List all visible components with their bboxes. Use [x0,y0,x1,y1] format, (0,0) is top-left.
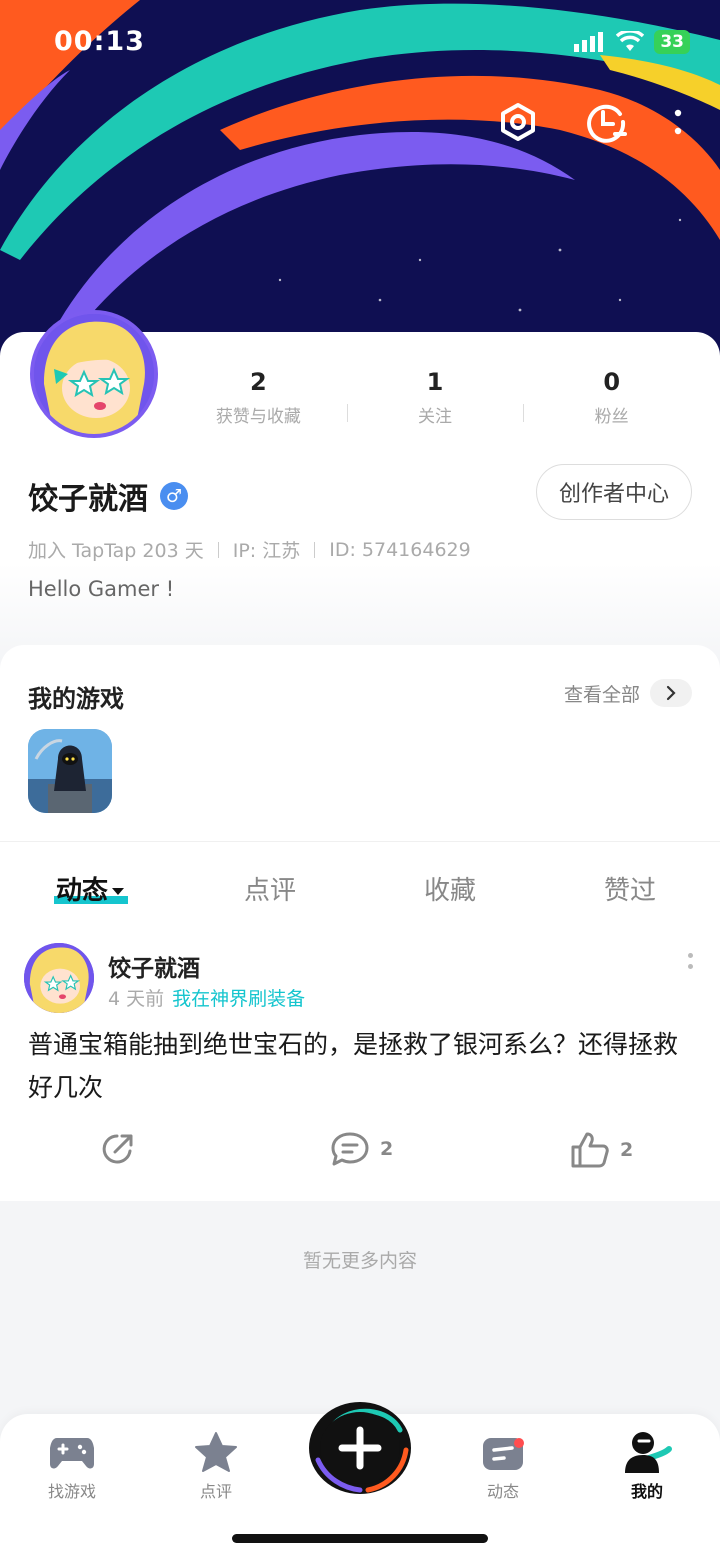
stat-likes-label: 获赞与收藏 [215,407,301,427]
nav-find-games-label: 找游戏 [47,1482,96,1501]
my-games-title: 我的游戏 [28,685,124,713]
profile-tabs: 动态 点评 收藏 赞过 [0,841,720,925]
comment-count: 2 [380,1138,394,1160]
caret-down-icon [112,888,124,895]
nav-feed-label: 动态 [486,1482,519,1501]
my-games-section: 我的游戏 查看全部 [0,645,720,841]
nav-find-games[interactable]: 找游戏 [27,1428,117,1502]
history-icon[interactable] [584,100,628,144]
post-actions: 2 2 [0,1131,720,1175]
stat-likes[interactable]: 2 获赞与收藏 [170,368,347,427]
no-more-content: 暂无更多内容 [302,1250,417,1272]
tab-liked-label: 赞过 [603,876,656,906]
wifi-icon [616,31,645,51]
feed-post[interactable]: 饺子就酒 4 天前 我在神界刷装备 普通宝箱能抽到绝世宝石的，是拯救了银河系么？还… [0,925,720,1201]
stat-followers-value: 0 [603,368,621,396]
home-indicator [232,1534,488,1543]
comment-button[interactable]: 2 [330,1131,393,1167]
profile-banner: 00:13 33 [0,0,720,360]
share-icon [102,1134,133,1164]
like-count: 2 [620,1139,634,1161]
gamepad-icon [50,1438,94,1469]
chevron-right-icon [650,679,692,707]
male-gender-icon: ♂ [160,482,188,510]
post-meta: 4 天前 我在神界刷装备 [108,984,305,1011]
nav-me[interactable]: 我的 [602,1428,692,1502]
view-all-label: 查看全部 [563,683,640,706]
post-author-name[interactable]: 饺子就酒 [108,949,200,983]
profile-name: 饺子就酒 [28,482,148,517]
create-post-button[interactable] [308,1400,412,1496]
tab-favorites-label: 收藏 [423,876,476,906]
star-icon [195,1432,237,1472]
user-id: ID: 574164629 [329,538,471,561]
nav-feed[interactable]: 动态 [458,1428,548,1502]
battery-indicator: 33 [654,30,690,54]
notification-dot [514,1438,524,1448]
status-icons: 33 [574,30,690,54]
tab-reviews-label: 点评 [243,876,296,906]
tab-reviews[interactable]: 点评 [180,842,360,925]
nav-reviews-label: 点评 [199,1482,232,1501]
game-icon[interactable] [28,729,112,813]
thumbs-up-icon [571,1132,609,1168]
profile-meta: 加入 TapTap 203 天 IP: 江苏 ID: 574164629 [28,536,471,563]
profile-stats: 2 获赞与收藏 1 关注 0 粉丝 [170,368,700,427]
comment-icon [331,1132,369,1166]
ip-location: IP: 江苏 [232,540,301,562]
view-all-games[interactable]: 查看全部 [564,679,692,707]
like-button[interactable]: 2 [570,1131,633,1169]
plus-icon [309,1402,411,1494]
profile-icon [625,1432,672,1473]
post-more-icon[interactable] [688,953,694,975]
tab-feed-label: 动态 [55,876,108,906]
post-content: 普通宝箱能抽到绝世宝石的，是拯救了银河系么？还得拯救好几次 [28,1030,679,1102]
post-author-avatar[interactable] [24,943,94,1013]
signal-icon [574,32,604,52]
post-game-tag[interactable]: 我在神界刷装备 [172,988,305,1010]
profile-name-row: 饺子就酒 ♂ [28,474,188,518]
stat-following[interactable]: 1 关注 [346,368,524,427]
settings-hex-icon[interactable] [496,100,540,144]
nav-reviews[interactable]: 点评 [171,1428,261,1502]
profile-bio: Hello Gamer ! [28,577,175,601]
more-vertical-icon[interactable] [672,100,684,144]
share-button[interactable] [100,1131,136,1167]
nav-me-label: 我的 [630,1482,663,1501]
tab-liked[interactable]: 赞过 [540,842,720,925]
status-time: 00:13 [54,26,145,57]
stat-followers-label: 粉丝 [594,407,629,427]
stat-likes-value: 2 [249,368,267,396]
post-time: 4 天前 [108,988,165,1010]
avatar[interactable] [30,310,158,438]
stat-following-value: 1 [426,368,444,396]
stat-followers[interactable]: 0 粉丝 [523,368,700,427]
creator-center-button[interactable]: 创作者中心 [536,464,692,520]
joined-days: 加入 TapTap 203 天 [28,540,204,562]
tab-favorites[interactable]: 收藏 [360,842,540,925]
tab-feed[interactable]: 动态 [0,842,180,925]
stat-following-label: 关注 [418,407,452,427]
